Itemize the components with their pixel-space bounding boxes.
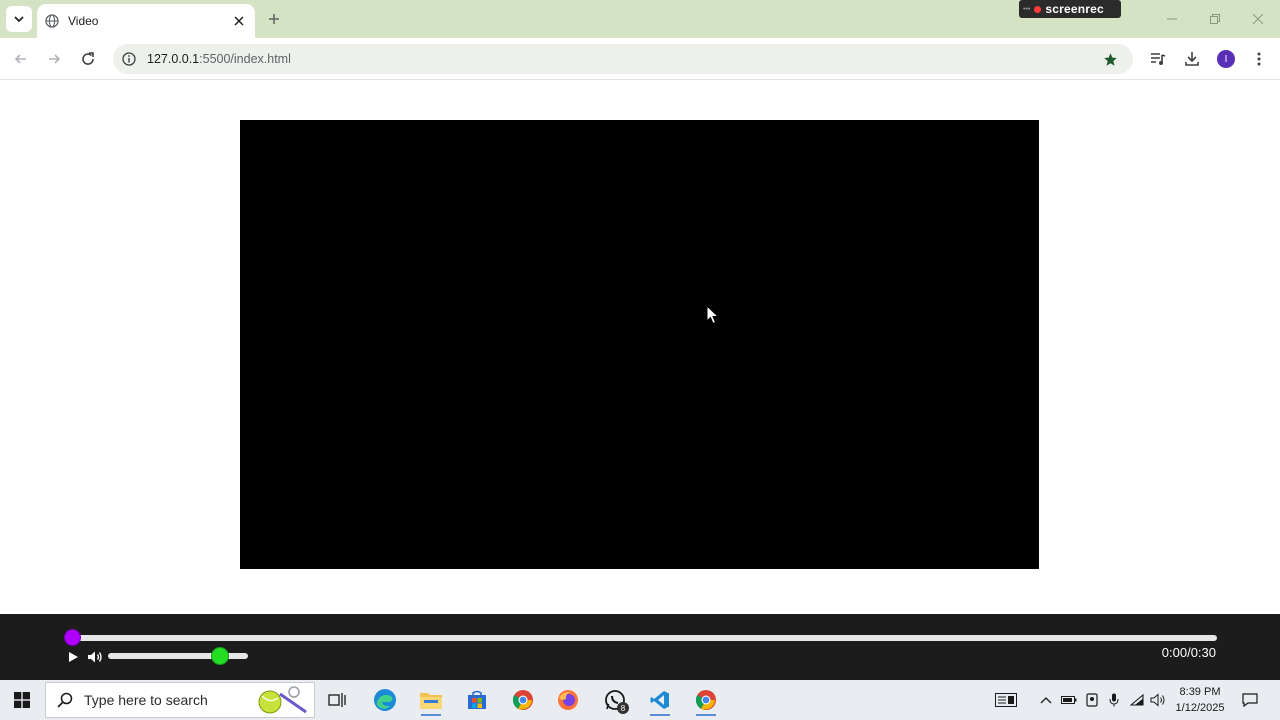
progress-track[interactable] [72, 635, 1217, 641]
file-explorer-icon [420, 693, 442, 709]
globe-icon [45, 14, 59, 28]
mouse-cursor-icon [706, 305, 720, 325]
search-icon [56, 691, 74, 709]
avatar: I [1217, 50, 1235, 68]
bookmark-button[interactable] [1099, 48, 1121, 70]
profile-button[interactable]: I [1214, 47, 1238, 71]
microphone-icon [1109, 693, 1119, 707]
tray-microphone[interactable] [1104, 690, 1124, 710]
close-icon [234, 16, 244, 26]
video-controls: 0:00/0:30 [0, 614, 1280, 680]
volume-icon [88, 651, 102, 663]
restore-icon [1210, 14, 1220, 24]
new-tab-button[interactable] [263, 8, 285, 30]
taskbar-vscode[interactable] [642, 684, 678, 716]
download-icon [1185, 52, 1199, 66]
volume-thumb[interactable] [211, 647, 229, 665]
taskbar-search-box[interactable]: Type here to search [45, 682, 315, 718]
play-button[interactable] [64, 648, 82, 666]
grip-icon: ••• [1023, 5, 1031, 13]
search-placeholder: Type here to search [84, 692, 208, 708]
camera-icon [1086, 693, 1098, 707]
windows-taskbar: Type here to search 8 8:39 PM 1/12/2025 [0, 680, 1280, 720]
time-display: 0:00/0:30 [1161, 645, 1216, 660]
site-info-button[interactable] [119, 49, 139, 69]
plus-icon [269, 14, 279, 24]
url-host: 127.0.0.1 [147, 52, 200, 66]
downloads-button[interactable] [1180, 47, 1204, 71]
tray-volume[interactable] [1148, 690, 1168, 710]
close-window-button[interactable] [1247, 8, 1269, 30]
tab-close-button[interactable] [229, 11, 249, 31]
media-controls-button[interactable] [1146, 47, 1170, 71]
arrow-left-icon [14, 54, 26, 64]
start-button[interactable] [0, 680, 44, 720]
taskbar-edge[interactable] [367, 684, 403, 716]
mute-button[interactable] [86, 648, 104, 666]
chevron-up-icon [1040, 697, 1052, 704]
taskbar-file-explorer[interactable] [413, 684, 449, 716]
url-path: :5500/index.html [199, 52, 291, 66]
clock-time: 8:39 PM [1179, 686, 1221, 698]
address-bar[interactable]: 127.0.0.1:5500/index.html [113, 44, 1133, 74]
star-icon [1103, 52, 1117, 66]
reload-icon [82, 52, 94, 65]
queue-music-icon [1151, 53, 1166, 65]
vscode-icon [650, 691, 669, 709]
browser-toolbar: 127.0.0.1:5500/index.html I [0, 38, 1280, 80]
taskbar-chrome[interactable] [505, 684, 541, 716]
tray-news[interactable] [994, 690, 1018, 710]
taskbar-firefox[interactable] [550, 684, 586, 716]
screen-recorder-badge: ••• screenrec [1019, 0, 1121, 18]
tray-wifi[interactable] [1127, 690, 1147, 710]
minimize-icon [1167, 18, 1177, 20]
chevron-down-icon [14, 16, 24, 23]
video-player[interactable] [240, 120, 1039, 569]
clock-date: 1/12/2025 [1175, 702, 1225, 714]
tab-search-button[interactable] [6, 6, 32, 32]
recorder-label: screenrec [1045, 2, 1104, 16]
taskbar-chrome-active[interactable] [688, 684, 724, 716]
page-content [0, 81, 1280, 614]
wifi-icon [1130, 694, 1144, 706]
tray-battery[interactable] [1059, 690, 1079, 710]
info-icon [122, 52, 136, 66]
notification-badge: 8 [617, 702, 629, 714]
edge-icon [374, 689, 396, 711]
taskbar-whatsapp[interactable]: 8 [597, 684, 633, 716]
url-text: 127.0.0.1:5500/index.html [147, 52, 1099, 66]
task-view-icon [328, 693, 346, 707]
close-icon [1253, 14, 1263, 24]
chrome-icon [512, 690, 533, 710]
notification-icon [1242, 693, 1258, 707]
taskbar-store[interactable] [459, 684, 495, 716]
search-highlight-art-icon [258, 686, 307, 714]
reload-button[interactable] [76, 47, 100, 71]
play-icon [69, 652, 78, 662]
more-vertical-icon [1257, 52, 1261, 66]
chrome-icon [695, 690, 716, 710]
arrow-right-icon [49, 54, 61, 64]
tray-camera[interactable] [1082, 690, 1102, 710]
news-icon [995, 693, 1017, 707]
browser-menu-button[interactable] [1247, 47, 1271, 71]
browser-tab-strip: Video ••• screenrec [0, 0, 1280, 38]
browser-tab-video[interactable]: Video [37, 4, 255, 38]
notification-center-button[interactable] [1240, 690, 1260, 710]
tab-title: Video [68, 14, 99, 28]
battery-icon [1061, 696, 1077, 704]
taskbar-clock[interactable]: 8:39 PM 1/12/2025 [1168, 684, 1232, 716]
volume-icon [1150, 693, 1165, 707]
windows-logo-icon [14, 692, 30, 708]
task-view-button[interactable] [319, 684, 355, 716]
tray-overflow[interactable] [1036, 690, 1056, 710]
forward-button[interactable] [42, 47, 66, 71]
firefox-icon [558, 690, 578, 710]
progress-thumb[interactable] [64, 629, 81, 646]
back-button[interactable] [9, 47, 33, 71]
restore-button[interactable] [1204, 8, 1226, 30]
store-icon [468, 690, 486, 709]
minimize-button[interactable] [1161, 8, 1183, 30]
record-dot-icon [1034, 5, 1042, 13]
